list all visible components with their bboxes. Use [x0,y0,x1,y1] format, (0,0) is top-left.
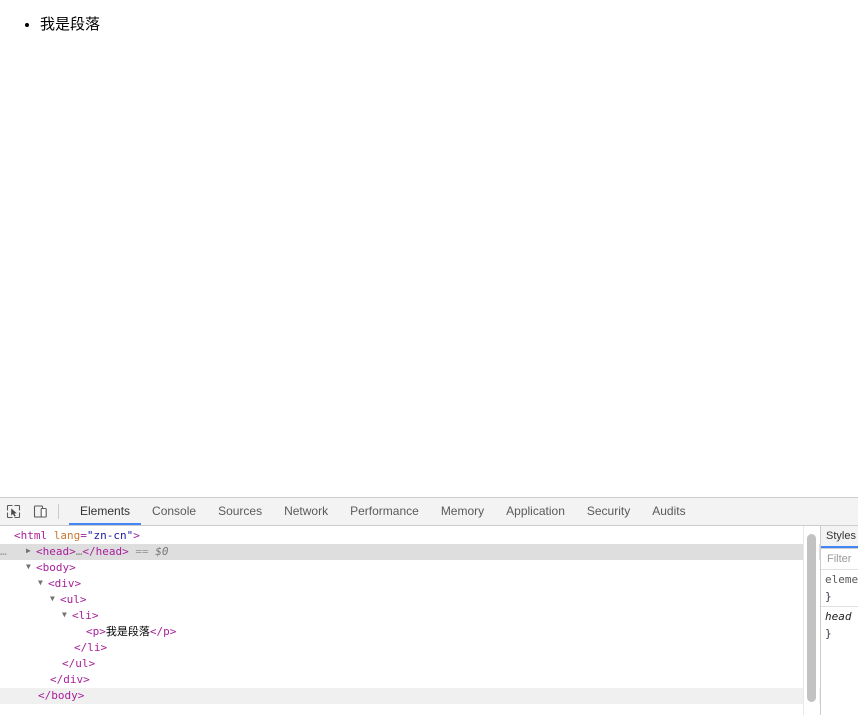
tab-performance[interactable]: Performance [339,498,430,525]
disclosure-triangle-icon[interactable] [26,559,36,575]
dom-node-html-open[interactable]: <html lang="zn-cn"> [0,528,820,544]
tab-network[interactable]: Network [273,498,339,525]
dom-node-p-node[interactable]: <p>我是段落</p> [0,624,820,640]
styles-rule-close-brace: } [825,627,832,640]
dom-node-div-open[interactable]: <div> [0,576,820,592]
styles-rule-list: element.style {} head {} [821,570,858,715]
dom-node-token: <head> [36,545,76,558]
styles-filter-bar [821,549,858,570]
disclosure-triangle-icon[interactable] [50,591,60,607]
dom-node-token: </body> [38,689,85,702]
dom-node-token: <ul> [60,593,87,606]
styles-sidebar: Styles element.style {} head {} [820,526,858,715]
dom-node-token: </head> [82,545,129,558]
styles-rule-selector[interactable]: head { [821,608,858,625]
paragraph-text: 我是段落 [40,16,101,33]
dom-node-token: <li> [72,609,99,622]
tab-elements[interactable]: Elements [69,498,142,525]
dom-tree-scrollbar-thumb[interactable] [807,534,816,702]
dom-node-ul-open[interactable]: <ul> [0,592,820,608]
tab-memory[interactable]: Memory [430,498,495,525]
styles-tabstrip: Styles [821,526,858,549]
dom-node-token: </p> [149,625,177,638]
tab-application[interactable]: Application [495,498,576,525]
toolbar-divider [58,504,59,519]
page-viewport: 我是段落 [0,0,858,497]
styles-rule-selector[interactable]: element.style { [821,571,858,588]
dom-node-ul-close[interactable]: </ul> [0,656,820,672]
tab-console[interactable]: Console [141,498,207,525]
list-item: 我是段落 [40,16,858,34]
dom-node-head[interactable]: …<head>…</head> == $0 [0,544,820,560]
dom-tree-scrollbar[interactable] [803,526,819,715]
dom-node-token: </div> [50,673,90,686]
dom-node-li-close[interactable]: </li> [0,640,820,656]
dom-node-body-open[interactable]: <body> [0,560,820,576]
dom-node-token: > [133,529,140,542]
tab-audits[interactable]: Audits [641,498,696,525]
dom-node-token: <body> [36,561,76,574]
styles-selector-text: head { [825,610,858,623]
dom-node-token: = [80,529,87,542]
dom-tree-pane[interactable]: <!doctype html><html lang="zn-cn">…<head… [0,526,820,715]
dom-node-token: == [128,545,156,558]
styles-selector-text: element.style { [825,573,858,586]
devtools-toolbar: Elements Console Sources Network Perform… [0,498,858,526]
dom-node-div-close[interactable]: </div> [0,672,820,688]
tab-styles[interactable]: Styles [821,526,858,548]
dom-tree-rows: <!doctype html><html lang="zn-cn">…<head… [0,526,820,704]
dom-node-token: <p> [86,625,106,638]
devtools-panel: Elements Console Sources Network Perform… [0,497,858,715]
devtools-content: <!doctype html><html lang="zn-cn">…<head… [0,526,858,715]
disclosure-triangle-icon[interactable] [38,575,48,591]
dom-node-body-close[interactable]: </body> [0,688,820,704]
dom-node-token: 我是段落 [105,625,150,638]
dom-node-token: <html [14,529,54,542]
dom-node-token: lang [53,529,81,542]
dom-node-token: </li> [74,641,108,654]
device-toolbar-icon[interactable] [27,498,54,525]
devtools-tabstrip: Elements Console Sources Network Perform… [69,498,697,525]
dom-node-token: "zn-cn" [86,529,134,542]
disclosure-triangle-icon[interactable] [26,543,36,559]
dom-node-ellipsis-marker: … [0,545,7,558]
styles-filter-input[interactable] [825,552,858,566]
inspect-cursor-icon[interactable] [0,498,27,525]
disclosure-triangle-icon[interactable] [62,607,72,623]
dom-node-li-open[interactable]: <li> [0,608,820,624]
tab-security[interactable]: Security [576,498,641,525]
dom-node-token: <div> [48,577,82,590]
styles-rule-close-brace: } [825,590,832,603]
styles-rule-divider [821,606,858,607]
tab-sources[interactable]: Sources [207,498,273,525]
dom-node-token: </ul> [62,657,96,670]
page-bullet-list: 我是段落 [0,16,858,34]
dom-node-token: $0 [155,545,169,558]
